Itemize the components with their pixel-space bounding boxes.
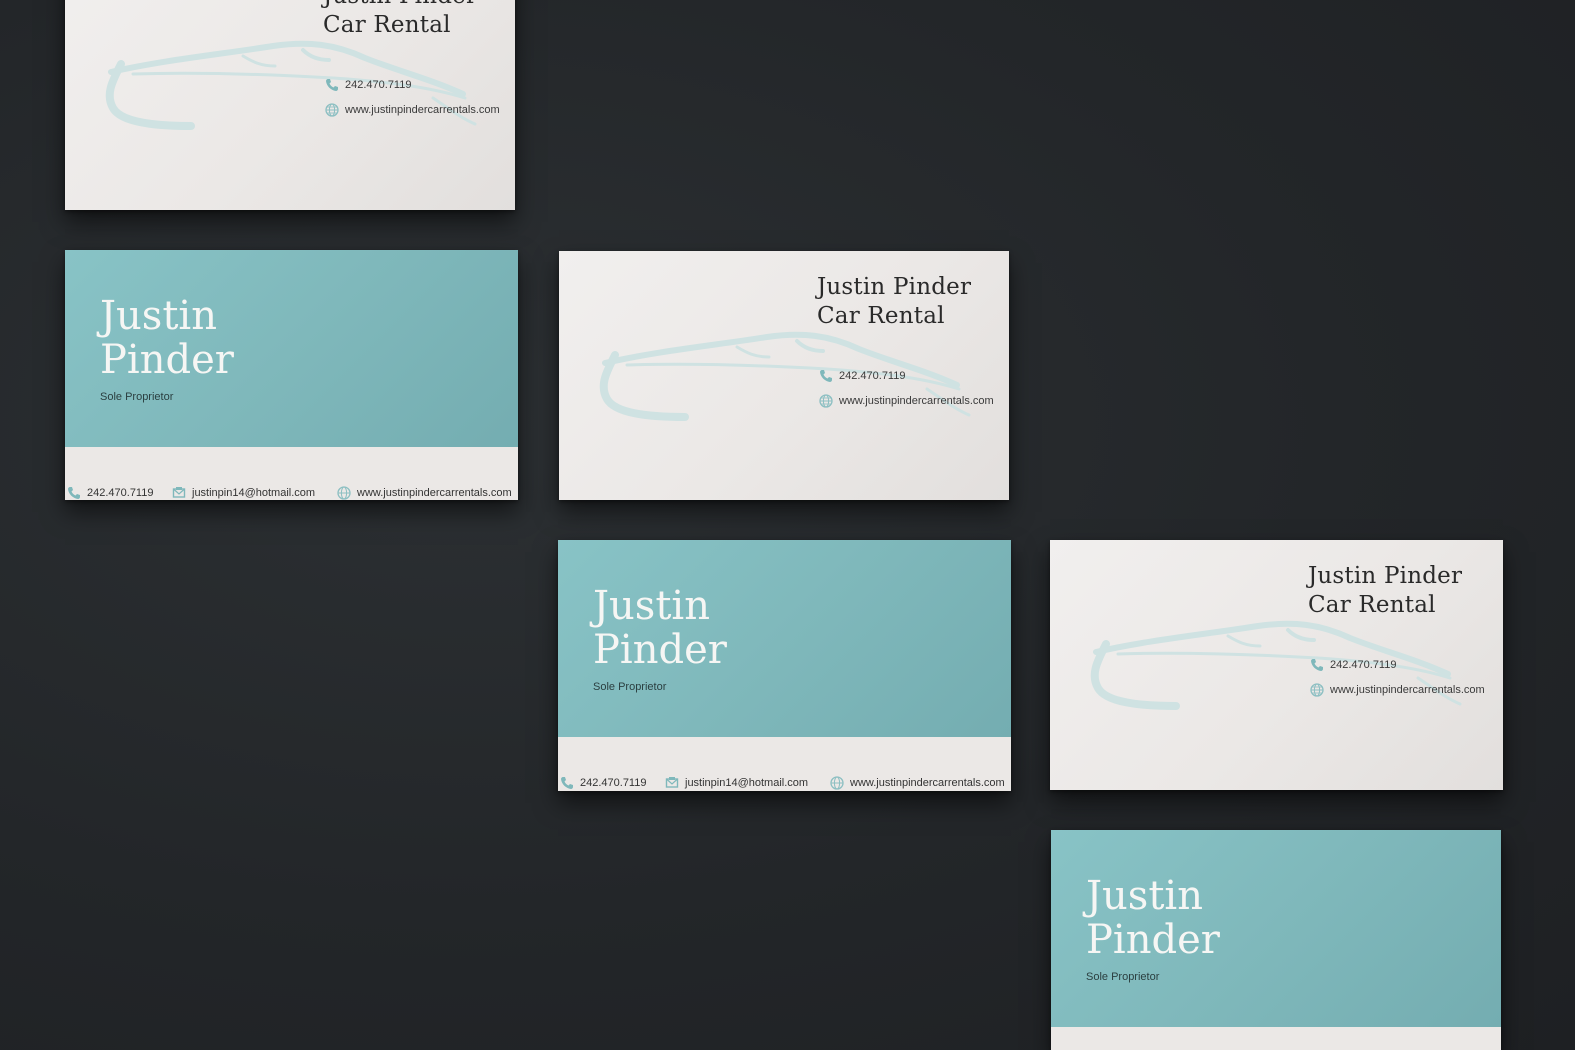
phone-icon bbox=[1311, 659, 1323, 671]
business-card-front-3: Justin Pinder Sole Proprietor bbox=[1051, 830, 1501, 1050]
company-name-line1: Justin Pinder bbox=[1308, 563, 1463, 589]
business-card-front-2: Justin Pinder Sole Proprietor 242.470.71… bbox=[558, 540, 1011, 791]
website-text: www.justinpindercarrentals.com bbox=[850, 777, 1005, 789]
business-card-back-1: Justin Pinder Car Rental 242.470.7119 ww… bbox=[65, 0, 515, 210]
company-name: Justin Pinder Car Rental bbox=[817, 273, 971, 331]
person-name: Justin Pinder bbox=[100, 294, 234, 382]
phone-text: 242.470.7119 bbox=[345, 79, 412, 91]
globe-icon bbox=[830, 776, 844, 790]
name-line2: Pinder bbox=[100, 337, 234, 383]
business-card-back-2: Justin Pinder Car Rental 242.470.7119 ww… bbox=[559, 251, 1009, 500]
phone-text: 242.470.7119 bbox=[1330, 659, 1397, 671]
name-line2: Pinder bbox=[1086, 917, 1220, 963]
car-silhouette-icon bbox=[599, 331, 971, 421]
website-line: www.justinpindercarrentals.com bbox=[1310, 683, 1485, 697]
name-line2: Pinder bbox=[593, 627, 727, 673]
globe-icon bbox=[819, 394, 833, 408]
name-line1: Justin bbox=[1086, 873, 1203, 919]
phone-text: 242.470.7119 bbox=[580, 777, 647, 789]
car-silhouette-icon bbox=[1090, 620, 1462, 710]
business-card-back-3: Justin Pinder Car Rental 242.470.7119 ww… bbox=[1050, 540, 1503, 790]
company-name-line2: Car Rental bbox=[323, 12, 451, 38]
contact-footer: 242.470.7119 justinpin14@hotmail.com www… bbox=[65, 486, 518, 500]
business-card-front-1: Justin Pinder Sole Proprietor 242.470.71… bbox=[65, 250, 518, 500]
person-name: Justin Pinder bbox=[1086, 874, 1220, 962]
website-text: www.justinpindercarrentals.com bbox=[1330, 684, 1485, 696]
globe-icon bbox=[337, 486, 351, 500]
phone-icon bbox=[820, 370, 832, 382]
company-name-line2: Car Rental bbox=[1308, 592, 1436, 618]
website-line: www.justinpindercarrentals.com bbox=[819, 394, 994, 408]
website-text: www.justinpindercarrentals.com bbox=[357, 487, 512, 499]
email-text: justinpin14@hotmail.com bbox=[192, 487, 316, 499]
phone-icon bbox=[561, 777, 573, 789]
contact-footer: 242.470.7119 justinpin14@hotmail.com www… bbox=[558, 776, 1011, 790]
phone-line: 242.470.7119 bbox=[325, 78, 411, 92]
envelope-icon bbox=[172, 487, 186, 498]
envelope-icon bbox=[665, 777, 679, 788]
company-name: Justin Pinder Car Rental bbox=[1308, 562, 1462, 620]
company-name-line1: Justin Pinder bbox=[817, 274, 972, 300]
website-text: www.justinpindercarrentals.com bbox=[839, 395, 994, 407]
company-name: Justin Pinder Car Rental bbox=[323, 0, 477, 40]
name-line1: Justin bbox=[100, 293, 217, 339]
person-name: Justin Pinder bbox=[593, 584, 727, 672]
globe-icon bbox=[325, 103, 339, 117]
name-line1: Justin bbox=[593, 583, 710, 629]
email-text: justinpin14@hotmail.com bbox=[685, 777, 809, 789]
phone-line: 242.470.7119 bbox=[819, 369, 905, 383]
car-silhouette-icon bbox=[105, 40, 477, 130]
company-name-line1: Justin Pinder bbox=[323, 0, 477, 11]
phone-text: 242.470.7119 bbox=[839, 370, 906, 382]
phone-text: 242.470.7119 bbox=[87, 487, 154, 499]
website-text: www.justinpindercarrentals.com bbox=[345, 104, 500, 116]
phone-line: 242.470.7119 bbox=[1310, 658, 1396, 672]
job-title: Sole Proprietor bbox=[593, 681, 667, 693]
company-name-line2: Car Rental bbox=[817, 303, 945, 329]
job-title: Sole Proprietor bbox=[1086, 971, 1160, 983]
phone-icon bbox=[68, 487, 80, 499]
job-title: Sole Proprietor bbox=[100, 391, 174, 403]
globe-icon bbox=[1310, 683, 1324, 697]
website-line: www.justinpindercarrentals.com bbox=[325, 103, 500, 117]
phone-icon bbox=[326, 79, 338, 91]
